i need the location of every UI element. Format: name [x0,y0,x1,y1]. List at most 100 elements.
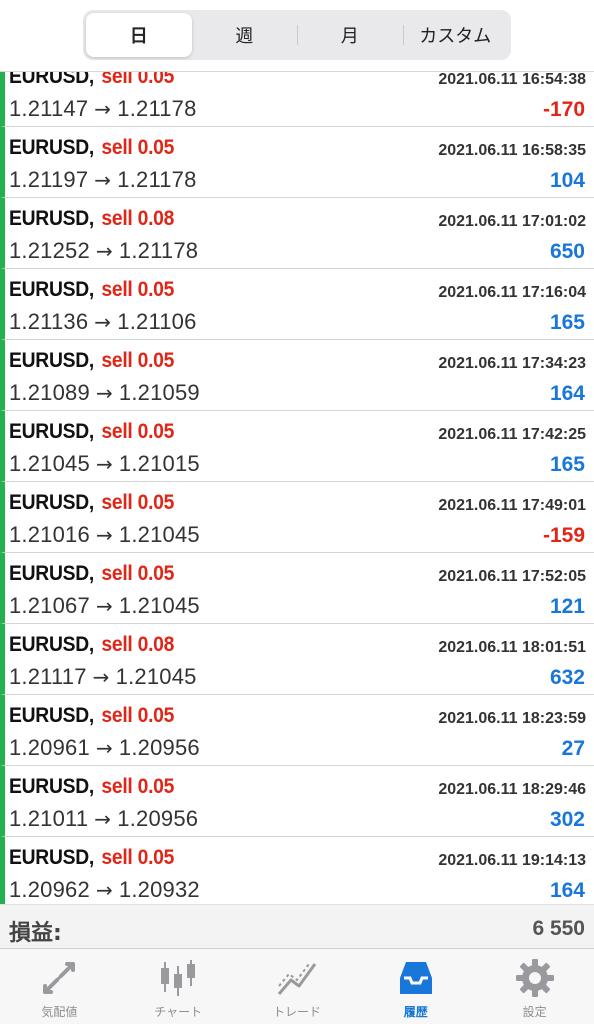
trade-prices: 1.21136 → 1.21106 [9,309,197,335]
close-price: 1.21045 [118,593,200,618]
tab-settings-label: 設定 [522,1005,547,1019]
trade-row[interactable]: EURUSD, sell 0.05 2021.06.11 18:23:59 1.2… [0,695,594,766]
trade-time: 2021.06.11 17:16:04 [438,284,586,301]
tab-custom[interactable]: カスタム [402,13,509,57]
trade-title: EURUSD, sell 0.08 [9,633,174,657]
trade-row[interactable]: EURUSD, sell 0.05 2021.06.11 18:29:46 1.2… [0,766,594,837]
trade-symbol: EURUSD, [9,633,95,656]
open-price: 1.21067 [9,593,90,618]
trade-symbol: EURUSD, [9,846,95,869]
trade-time: 2021.06.11 18:23:59 [438,710,586,727]
trade-title: EURUSD, sell 0.08 [9,207,174,231]
tab-quotes[interactable]: 気配値 [0,949,119,1024]
close-price: 1.21045 [115,664,197,689]
trade-prices: 1.21147 → 1.21178 [9,96,197,122]
trade-symbol: EURUSD, [9,136,95,159]
arrow-right-icon: → [95,594,113,618]
trade-history-list: EURUSD, sell 0.05 2021.06.11 16:54:38 1.2… [0,56,594,908]
open-price: 1.21011 [9,806,89,831]
trade-title: EURUSD, sell 0.05 [9,278,174,302]
tab-settings[interactable]: 設定 [475,949,594,1024]
period-segmented-control: 日 週 月 カスタム [83,10,511,60]
close-price: 1.21178 [117,96,197,121]
trade-row[interactable]: EURUSD, sell 0.08 2021.06.11 18:01:51 1.2… [0,624,594,695]
trade-prices: 1.21011 → 1.20956 [9,806,198,832]
close-price: 1.21106 [117,309,197,334]
trade-title: EURUSD, sell 0.05 [9,136,174,160]
trade-side: sell 0.05 [101,846,175,869]
quotes-icon [43,962,76,994]
trade-symbol: EURUSD, [9,491,95,514]
trade-profit: 632 [549,666,585,689]
period-header: 日 週 月 カスタム [0,0,594,72]
trade-symbol: EURUSD, [9,349,95,372]
trade-symbol: EURUSD, [9,278,95,301]
trade-symbol: EURUSD, [9,420,95,443]
trade-side: sell 0.05 [101,775,175,798]
arrow-right-icon: → [95,878,113,902]
trade-prices: 1.21117 → 1.21045 [9,664,197,690]
trade-title: EURUSD, sell 0.05 [9,704,174,728]
arrow-right-icon: → [95,736,113,760]
trade-title: EURUSD, sell 0.05 [9,420,174,444]
trade-row[interactable]: EURUSD, sell 0.05 2021.06.11 17:34:23 1.2… [0,340,594,411]
trade-row[interactable]: EURUSD, sell 0.05 2021.06.11 17:49:01 1.2… [0,482,594,553]
summary-label: 損益: [9,921,62,946]
trade-symbol: EURUSD, [9,704,95,727]
arrow-right-icon: → [92,665,110,689]
open-price: 1.21136 [9,309,89,334]
arrow-right-icon: → [95,381,113,405]
trade-time: 2021.06.11 17:01:02 [438,213,586,230]
trade-row[interactable]: EURUSD, sell 0.05 2021.06.11 19:14:13 1.2… [0,837,594,908]
trade-time: 2021.06.11 18:29:46 [438,781,586,798]
trade-row[interactable]: EURUSD, sell 0.05 2021.06.11 16:58:35 1.2… [0,127,594,198]
trade-profit: 165 [549,453,585,476]
trade-time: 2021.06.11 16:54:38 [438,71,586,88]
tab-quotes-label: 気配値 [41,1005,78,1019]
trade-row[interactable]: EURUSD, sell 0.05 2021.06.11 17:16:04 1.2… [0,269,594,340]
settings-icon [515,959,554,997]
trade-prices: 1.21067 → 1.21045 [9,593,200,619]
tab-history[interactable]: 履歴 [356,949,475,1024]
trade-symbol: EURUSD, [9,562,95,585]
arrow-right-icon: → [95,523,113,547]
open-price: 1.21147 [9,96,89,121]
arrow-right-icon: → [94,168,112,192]
close-price: 1.21015 [118,451,200,476]
tab-month[interactable]: 月 [297,13,403,57]
trade-side: sell 0.08 [101,633,175,656]
tab-day[interactable]: 日 [86,13,192,57]
trade-profit: -159 [542,524,585,547]
trade-row[interactable]: EURUSD, sell 0.05 2021.06.11 17:52:05 1.2… [0,553,594,624]
open-price: 1.21197 [9,167,89,192]
tab-trade[interactable]: トレード [238,949,357,1024]
open-price: 1.21252 [9,238,90,263]
trade-profit: 165 [549,311,585,334]
open-price: 1.21016 [9,522,90,547]
trade-side: sell 0.05 [101,136,175,159]
trade-symbol: EURUSD, [9,207,95,230]
trade-time: 2021.06.11 17:34:23 [438,355,586,372]
tab-chart[interactable]: チャート [119,949,238,1024]
trade-profit: 121 [549,595,585,618]
close-price: 1.21059 [118,380,200,405]
trade-side: sell 0.05 [101,420,175,443]
trade-profit: 650 [549,240,585,263]
trade-time: 2021.06.11 18:01:51 [438,639,586,656]
close-price: 1.20932 [118,877,200,902]
arrow-right-icon: → [95,452,113,476]
trade-row[interactable]: EURUSD, sell 0.05 2021.06.11 17:42:25 1.2… [0,411,594,482]
close-price: 1.20956 [118,735,200,760]
tab-week[interactable]: 週 [192,13,298,57]
profit-summary: 損益: 6 550 [0,904,594,948]
close-price: 1.21178 [118,238,199,263]
trade-symbol: EURUSD, [9,775,95,798]
trade-row[interactable]: EURUSD, sell 0.08 2021.06.11 17:01:02 1.2… [0,198,594,269]
trade-title: EURUSD, sell 0.05 [9,846,174,870]
open-price: 1.21117 [9,664,87,689]
trade-title: EURUSD, sell 0.05 [9,562,174,586]
open-price: 1.20961 [9,735,90,760]
trade-profit: 164 [549,382,585,405]
trade-side: sell 0.05 [101,278,175,301]
trade-title: EURUSD, sell 0.05 [9,491,174,515]
